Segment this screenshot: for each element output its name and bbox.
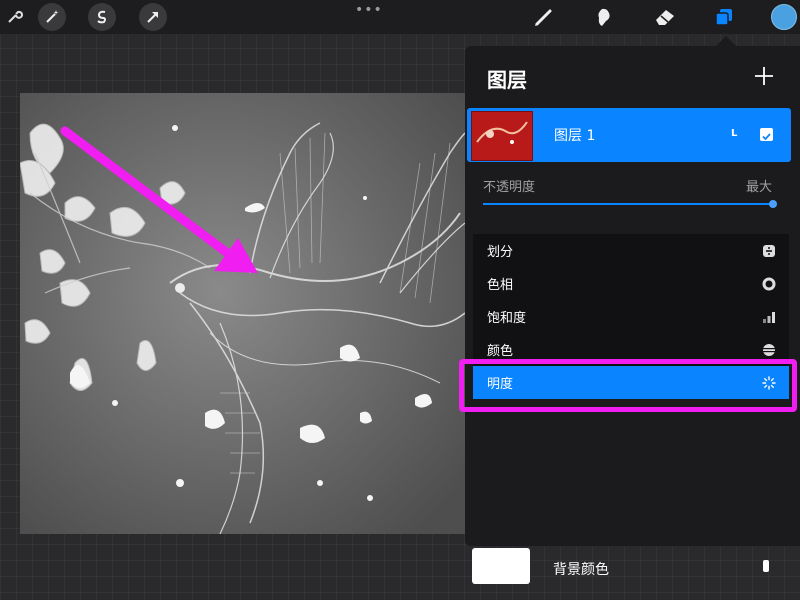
phoenix-artwork bbox=[20, 93, 465, 534]
background-color-row[interactable]: 背景颜色 bbox=[0, 540, 800, 600]
saturation-bars-icon bbox=[761, 309, 777, 325]
menu-item-label: 色相 bbox=[487, 278, 514, 293]
checkmark-icon bbox=[762, 133, 771, 141]
transform-arrow-icon[interactable] bbox=[139, 3, 167, 31]
eraser-icon[interactable] bbox=[651, 3, 679, 31]
background-visibility-checkbox[interactable] bbox=[763, 560, 769, 572]
annotation-highlight-box bbox=[459, 359, 797, 412]
color-swatch[interactable] bbox=[770, 3, 798, 31]
color-stripes-icon bbox=[761, 342, 777, 358]
layer-row[interactable]: 图层 1 L bbox=[467, 108, 791, 162]
add-layer-button[interactable] bbox=[752, 64, 776, 88]
magic-wand-icon[interactable] bbox=[38, 3, 66, 31]
layer-thumbnail[interactable] bbox=[471, 111, 533, 161]
menu-item-label: 饱和度 bbox=[487, 311, 527, 326]
opacity-label: 不透明度 bbox=[483, 180, 536, 195]
drawing-canvas[interactable] bbox=[20, 93, 465, 534]
menu-item-hue[interactable]: 色相 bbox=[473, 267, 789, 300]
background-color-swatch[interactable] bbox=[472, 548, 530, 584]
more-options-icon[interactable]: ••• bbox=[355, 2, 383, 18]
brush-icon[interactable] bbox=[530, 3, 558, 31]
smudge-icon[interactable] bbox=[590, 3, 618, 31]
opacity-slider[interactable] bbox=[483, 203, 773, 205]
layer-name[interactable]: 图层 1 bbox=[554, 125, 595, 145]
opacity-value: 最大 bbox=[745, 180, 772, 195]
blend-mode-button[interactable]: L bbox=[731, 128, 737, 139]
panel-title: 图层 bbox=[487, 68, 527, 92]
hue-ring-icon bbox=[761, 276, 777, 292]
layers-panel: 图层 图层 1 L 不透明度 最大 划分 色相 饱和度 颜色 明度 bbox=[465, 46, 800, 546]
visibility-checkbox[interactable] bbox=[760, 128, 773, 141]
wrench-icon[interactable] bbox=[0, 3, 28, 31]
top-toolbar: ••• bbox=[0, 0, 800, 34]
menu-item-label: 划分 bbox=[487, 245, 514, 260]
menu-item-label: 颜色 bbox=[487, 344, 514, 359]
active-color-circle bbox=[771, 4, 797, 30]
menu-item-divide[interactable]: 划分 bbox=[473, 234, 789, 267]
plus-icon bbox=[755, 67, 773, 85]
menu-item-saturation[interactable]: 饱和度 bbox=[473, 300, 789, 333]
layers-icon[interactable] bbox=[710, 3, 738, 31]
opacity-slider-handle[interactable] bbox=[769, 200, 777, 208]
background-color-label: 背景颜色 bbox=[553, 562, 609, 578]
selection-s-icon[interactable] bbox=[88, 3, 116, 31]
divide-icon bbox=[761, 243, 777, 259]
